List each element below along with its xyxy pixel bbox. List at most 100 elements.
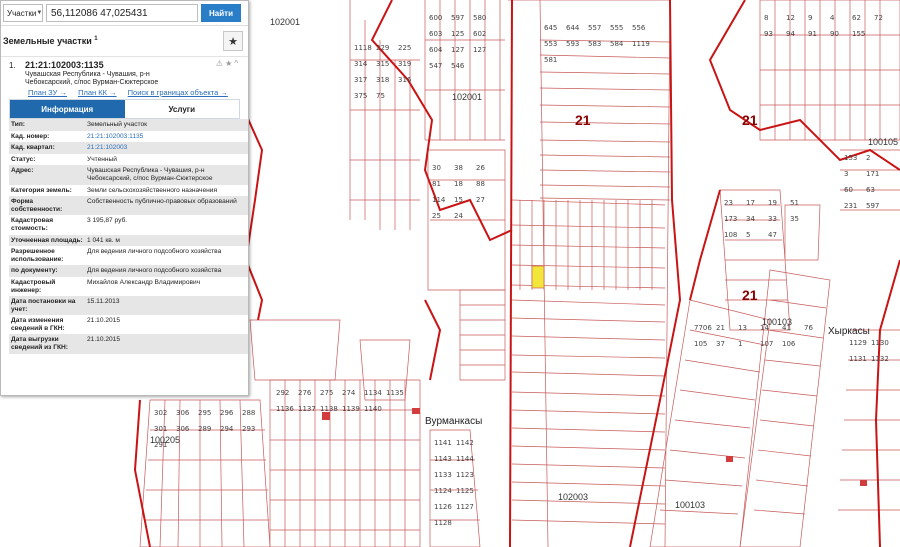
parcel-number: 375 bbox=[354, 92, 367, 100]
selected-parcel-highlight[interactable] bbox=[531, 265, 545, 289]
parcel-number: 1118 bbox=[354, 44, 372, 52]
plan-kk-link[interactable]: План КК → bbox=[78, 88, 117, 97]
chevron-down-icon: ▼ bbox=[36, 10, 43, 16]
parcel-number: 105 bbox=[694, 340, 707, 348]
parcel-number: 580 bbox=[473, 14, 486, 22]
attribute-key: Форма собственности: bbox=[11, 198, 63, 213]
parcel-number: 317 bbox=[354, 76, 367, 84]
quarter-label: 100103 bbox=[675, 500, 705, 510]
parcel-number: 125 bbox=[451, 30, 464, 38]
result-item[interactable]: 1. 21:21:102003:1135 Чувашская Республик… bbox=[1, 57, 248, 99]
attribute-row: Кадастровая стоимость: 3 195,87 руб. bbox=[9, 215, 248, 235]
attribute-value: 1 041 кв. м bbox=[87, 236, 120, 244]
parcel-number: 91 bbox=[808, 30, 817, 38]
building-marker bbox=[726, 456, 733, 462]
parcel-number: 72 bbox=[874, 14, 883, 22]
parcel-number: 1127 bbox=[456, 503, 474, 511]
parcel-number: 314 bbox=[354, 60, 368, 68]
parcel-number: 316 bbox=[398, 76, 412, 84]
parcel-number: 106 bbox=[782, 340, 796, 348]
parcel-number: 12 bbox=[786, 14, 795, 22]
attribute-row: Дата изменения сведений в ГКН: 21.10.2015 bbox=[9, 315, 248, 335]
parcel-number: 1144 bbox=[456, 455, 474, 463]
parcel-number: 225 bbox=[398, 44, 411, 52]
parcel-number: 600 bbox=[429, 14, 442, 22]
search-bar: Участки ▼ Найти bbox=[1, 1, 248, 26]
parcel-number: 315 bbox=[376, 60, 389, 68]
attribute-value: Для ведения личного подсобного хозяйства bbox=[87, 267, 222, 275]
parcel-number: 14 bbox=[760, 324, 769, 332]
parcel-number: 1137 bbox=[298, 405, 316, 413]
parcel-number: 4 bbox=[830, 14, 835, 22]
attribute-row: Форма собственности: Собственность публич… bbox=[9, 196, 248, 216]
parcel-number: 1123 bbox=[456, 471, 474, 479]
result-index: 1. bbox=[9, 61, 16, 70]
quarter-label: 102003 bbox=[558, 492, 588, 502]
parcel-number: 1124 bbox=[434, 487, 452, 495]
parcel-number: 1126 bbox=[434, 503, 452, 511]
parcel-number: 291 bbox=[154, 441, 167, 449]
panel-title-text: Земельные участки bbox=[3, 36, 92, 46]
parcel-number: 229 bbox=[376, 44, 389, 52]
attribute-key: Тип: bbox=[11, 121, 26, 128]
parcel-number: 597 bbox=[451, 14, 464, 22]
parcel-number: 15 bbox=[454, 196, 463, 204]
parcel-number: 93 bbox=[764, 30, 773, 38]
plan-zu-link[interactable]: План ЗУ → bbox=[28, 88, 67, 97]
attribute-value: Собственность публично-правовых образова… bbox=[87, 198, 237, 206]
attribute-value: 3 195,87 руб. bbox=[87, 217, 128, 225]
parcel-number: 1135 bbox=[386, 389, 404, 397]
panel-header: Земельные участки 1 ★ bbox=[1, 26, 248, 57]
attribute-row: Статус: Учтенный bbox=[9, 153, 248, 166]
parcel-number: 274 bbox=[342, 389, 356, 397]
district-label: 21 bbox=[742, 112, 758, 128]
parcel-number: 37 bbox=[716, 340, 725, 348]
attribute-key: Разрешенное использование: bbox=[11, 248, 64, 263]
parcel-number: 5 bbox=[746, 231, 750, 239]
parcel-number: 294 bbox=[220, 425, 234, 433]
attribute-value: Земли сельскохозяйственного назначения bbox=[87, 186, 218, 194]
parcel-number: 1125 bbox=[456, 487, 474, 495]
star-icon[interactable]: ★ bbox=[223, 31, 243, 51]
parcel-number: 581 bbox=[544, 56, 557, 64]
attribute-key: Дата изменения сведений в ГКН: bbox=[11, 317, 65, 332]
place-label: Хыркасы bbox=[828, 326, 870, 337]
parcel-number: 63 bbox=[866, 186, 875, 194]
parcel-number: 296 bbox=[220, 409, 234, 417]
attribute-value[interactable]: 21:21:102003 bbox=[85, 142, 248, 154]
place-label: Вурманкасы bbox=[425, 416, 482, 427]
result-action-icons[interactable]: ⚠★^ bbox=[216, 59, 240, 68]
tab-services[interactable]: Услуги bbox=[124, 100, 239, 118]
parcel-number: 556 bbox=[632, 24, 646, 32]
result-cadastral-number[interactable]: 21:21:102003:1135 bbox=[25, 60, 104, 70]
layer-select[interactable]: Участки ▼ bbox=[3, 4, 43, 22]
parcel-number: 231 bbox=[844, 202, 857, 210]
parcel-number: 593 bbox=[566, 40, 579, 48]
parcel-number: 155 bbox=[852, 30, 865, 38]
parcel-number: 604 bbox=[429, 46, 443, 54]
attribute-key: Кадастровый инженер: bbox=[11, 278, 56, 294]
parcel-number: 603 bbox=[429, 30, 442, 38]
parcel-number: 1119 bbox=[632, 40, 650, 48]
parcel-number: 644 bbox=[566, 24, 580, 32]
result-address-line: Чебоксарский, с/пос Вурман-Сюктерское bbox=[25, 79, 159, 86]
attribute-key: по документу: bbox=[11, 267, 58, 275]
parcel-number: 171 bbox=[866, 170, 879, 178]
parcel-number: 24 bbox=[454, 212, 463, 220]
attribute-value: 15.11.2013 bbox=[87, 298, 120, 306]
find-button[interactable]: Найти bbox=[201, 4, 241, 22]
tab-information[interactable]: Информация bbox=[10, 100, 125, 118]
parcel-number: 292 bbox=[276, 389, 289, 397]
parcel-number: 1130 bbox=[871, 339, 889, 347]
parcel-number: 547 bbox=[429, 62, 442, 70]
parcel-number: 1136 bbox=[276, 405, 294, 413]
attribute-key: Кад. номер: bbox=[11, 132, 50, 140]
layer-select-value: Участки bbox=[7, 8, 37, 18]
attribute-key: Статус: bbox=[11, 155, 36, 163]
attribute-value[interactable]: 21:21:102003:1135 bbox=[85, 131, 248, 143]
district-label: 21 bbox=[742, 287, 758, 303]
search-in-bounds-link[interactable]: Поиск в границах объекта → bbox=[128, 88, 228, 97]
coordinates-input[interactable] bbox=[46, 4, 198, 22]
parcel-number: 1141 bbox=[434, 439, 452, 447]
quarter-label: 102001 bbox=[452, 92, 482, 102]
